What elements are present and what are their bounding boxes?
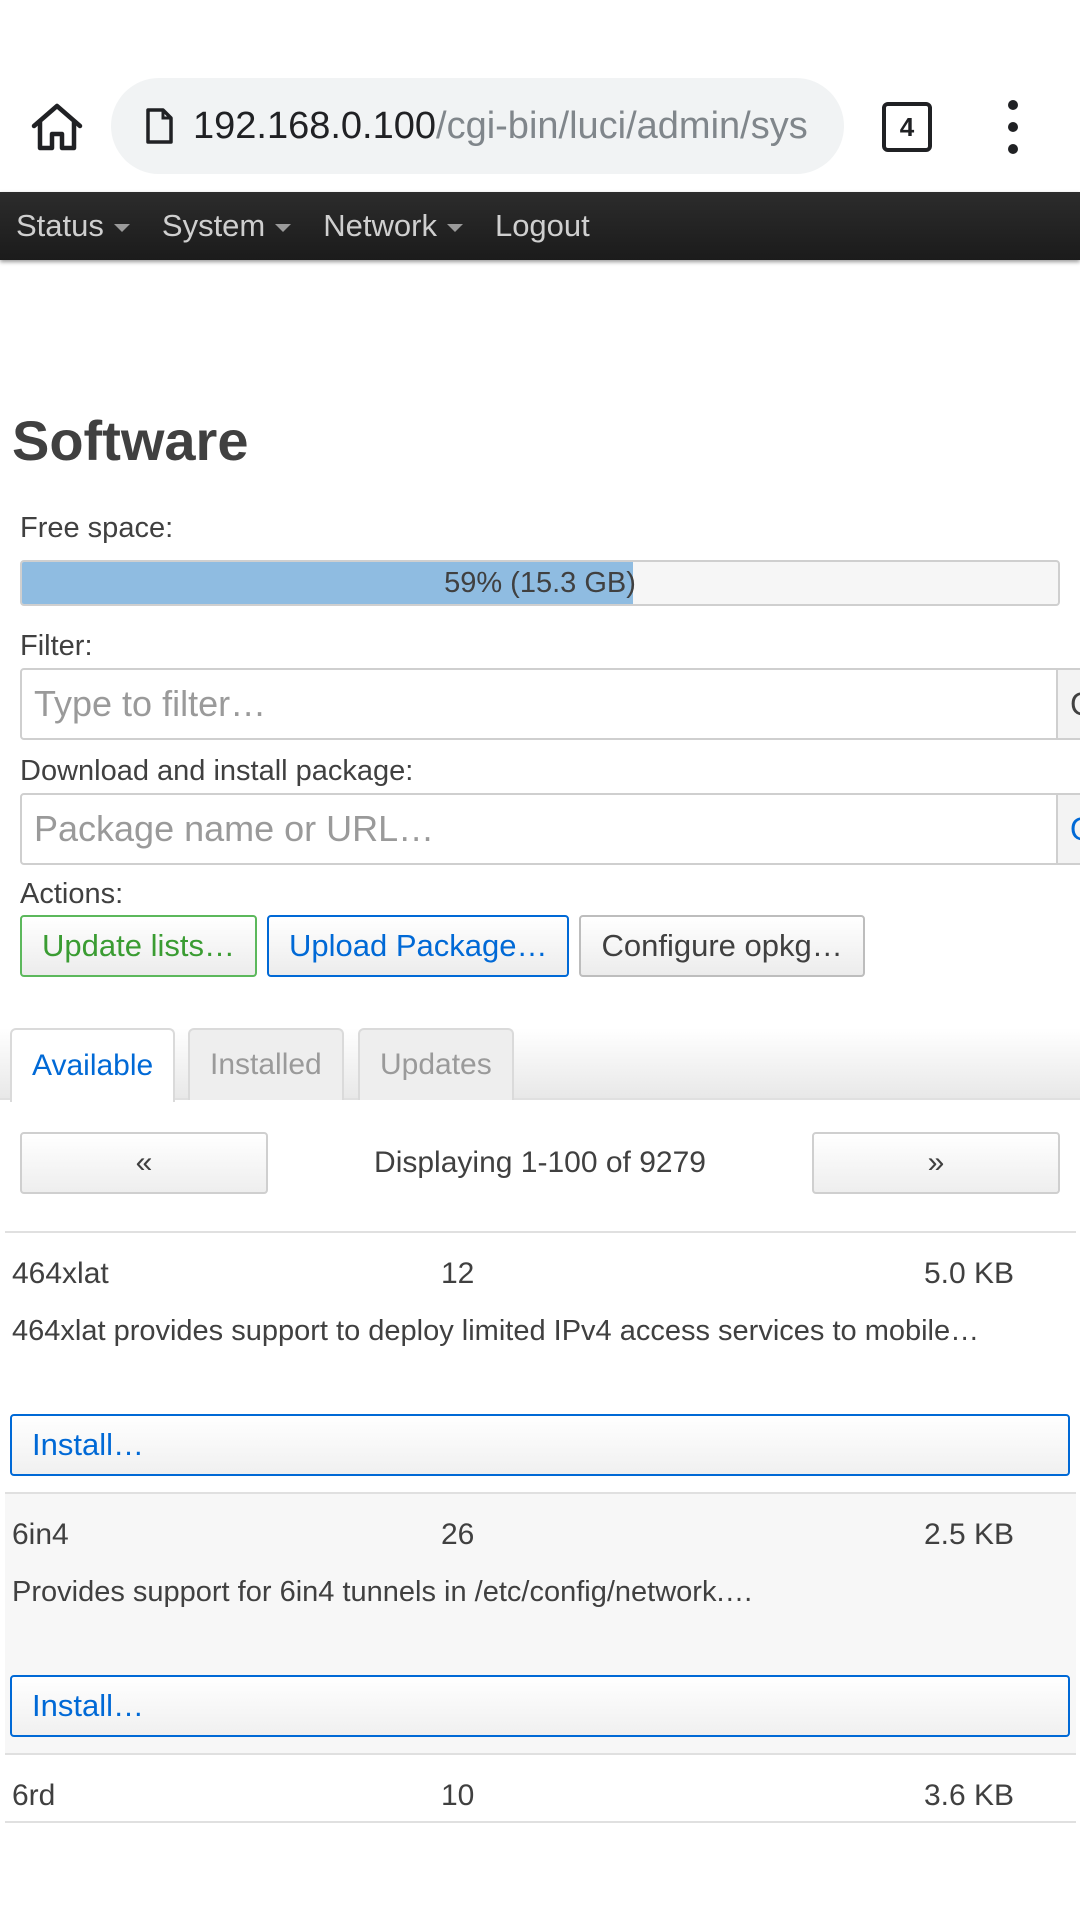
- configure-opkg-button[interactable]: Configure opkg…: [579, 915, 865, 977]
- package-description: Provides support for 6in4 tunnels in /et…: [12, 1576, 754, 1608]
- package-row: 6rd 10 3.6 KB: [5, 1753, 1076, 1823]
- package-name: 464xlat: [12, 1257, 109, 1290]
- package-size: 5.0 KB: [924, 1257, 1015, 1290]
- address-bar[interactable]: 192.168.0.100/cgi-bin/luci/admin/sys: [111, 78, 844, 174]
- browser-toolbar: 192.168.0.100/cgi-bin/luci/admin/sys 4: [0, 0, 1080, 192]
- package-description: 464xlat provides support to deploy limit…: [12, 1315, 980, 1347]
- package-row: 464xlat 12 5.0 KB 464xlat provides suppo…: [5, 1231, 1076, 1492]
- install-button[interactable]: Install…: [10, 1414, 1070, 1476]
- actions-group: Update lists… Upload Package… Configure …: [20, 915, 865, 977]
- more-options-icon[interactable]: [990, 100, 1036, 154]
- url-host: 192.168.0.100: [193, 104, 437, 147]
- nav-network-label: Network: [323, 208, 437, 243]
- download-label: Download and install package:: [20, 755, 414, 787]
- caret-down-icon: [446, 224, 463, 232]
- download-ok-button[interactable]: O: [1058, 793, 1080, 865]
- tab-installed[interactable]: Installed: [188, 1028, 344, 1100]
- package-row: 6in4 26 2.5 KB Provides support for 6in4…: [5, 1492, 1076, 1753]
- prev-page-button[interactable]: «: [20, 1132, 268, 1194]
- tab-switcher-button[interactable]: 4: [882, 102, 932, 152]
- nav-status[interactable]: Status: [0, 192, 146, 260]
- package-name: 6in4: [12, 1518, 69, 1551]
- nav-logout[interactable]: Logout: [479, 192, 606, 260]
- free-space-progress: 59% (15.3 GB): [20, 560, 1060, 606]
- nav-system[interactable]: System: [146, 192, 307, 260]
- caret-down-icon: [275, 224, 292, 232]
- package-list: 464xlat 12 5.0 KB 464xlat provides suppo…: [5, 1231, 1076, 1823]
- package-version: 26: [441, 1518, 475, 1551]
- filter-clear-button[interactable]: C: [1058, 668, 1080, 740]
- filter-row: C: [20, 668, 1080, 740]
- package-url-input[interactable]: [20, 793, 1058, 865]
- nav-system-label: System: [161, 208, 266, 243]
- free-space-label: Free space:: [20, 512, 174, 544]
- next-page-button[interactable]: »: [812, 1132, 1060, 1194]
- nav-status-label: Status: [16, 208, 104, 243]
- package-version: 10: [441, 1779, 475, 1812]
- page-info-icon[interactable]: [139, 106, 179, 146]
- free-space-text: 59% (15.3 GB): [444, 566, 636, 599]
- pager: « Displaying 1-100 of 9279 »: [20, 1132, 1060, 1194]
- tab-updates[interactable]: Updates: [358, 1028, 514, 1100]
- url-path: /cgi-bin/luci/admin/sys: [436, 104, 808, 147]
- download-row: O: [20, 793, 1080, 865]
- page-title: Software: [12, 409, 249, 472]
- nav-network[interactable]: Network: [307, 192, 479, 260]
- upload-package-button[interactable]: Upload Package…: [266, 915, 570, 977]
- package-name: 6rd: [12, 1779, 56, 1812]
- package-size: 2.5 KB: [924, 1518, 1015, 1551]
- actions-label: Actions:: [20, 878, 124, 910]
- nav-logout-label: Logout: [494, 208, 590, 243]
- install-button[interactable]: Install…: [10, 1675, 1070, 1737]
- pager-status: Displaying 1-100 of 9279: [374, 1146, 706, 1179]
- main-navbar: Status System Network Logout: [0, 192, 1080, 260]
- caret-down-icon: [113, 224, 130, 232]
- filter-label: Filter:: [20, 630, 93, 662]
- home-icon[interactable]: [22, 92, 92, 162]
- package-size: 3.6 KB: [924, 1779, 1015, 1812]
- tab-bar: Available Installed Updates: [0, 1028, 1080, 1102]
- update-lists-button[interactable]: Update lists…: [20, 915, 257, 977]
- package-version: 12: [441, 1257, 475, 1290]
- tab-available[interactable]: Available: [10, 1028, 176, 1102]
- url-text: 192.168.0.100/cgi-bin/luci/admin/sys: [193, 105, 808, 148]
- filter-input[interactable]: [20, 668, 1058, 740]
